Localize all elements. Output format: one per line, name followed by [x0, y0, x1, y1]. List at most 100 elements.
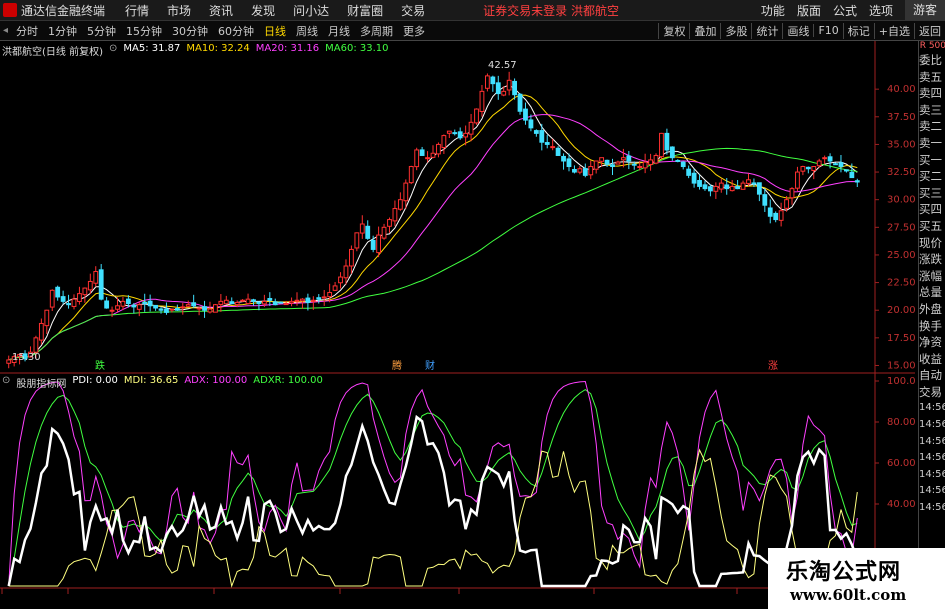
candle-body — [376, 234, 382, 254]
menu-item-wenxiaoda[interactable]: 问小达 — [293, 2, 329, 19]
candle-body — [805, 166, 811, 170]
side-item[interactable]: 卖二 — [919, 118, 945, 135]
side-time: 14:56 — [919, 402, 945, 414]
candle-body — [115, 305, 120, 310]
candle-body — [484, 75, 490, 89]
ma10-label: MA10: 32.24 — [186, 43, 250, 54]
event-tag-cai[interactable]: 财 — [425, 359, 435, 372]
menu-bar: 通达信金融终端 行情 市场 资讯 发现 问小达 财富圈 交易 证券交易未登录 洪… — [0, 0, 945, 21]
low-price-label: 15.30 — [12, 352, 41, 363]
side-item[interactable]: 卖五 — [919, 69, 945, 86]
side-item[interactable]: 收益 — [919, 351, 945, 368]
menu-item-shichang[interactable]: 市场 — [167, 2, 191, 19]
side-item[interactable]: 涨幅 — [919, 268, 945, 285]
side-item[interactable]: 买四 — [919, 201, 945, 218]
side-item[interactable]: 总量 — [919, 284, 945, 301]
side-item[interactable]: 交易 — [919, 384, 945, 401]
overlay-button[interactable]: 叠加 — [689, 22, 720, 39]
side-time: 14:56 — [919, 468, 945, 480]
draw-line-button[interactable]: 画线 — [782, 22, 813, 39]
settings-icon[interactable]: ⊙ — [109, 43, 117, 58]
menu-item-jiaoyi[interactable]: 交易 — [401, 2, 425, 19]
menu-item-hangqing[interactable]: 行情 — [125, 2, 149, 19]
settings-icon[interactable]: ⊙ — [2, 375, 10, 390]
candle-body — [816, 160, 822, 167]
watermark-url: www.60lt.com — [790, 586, 907, 604]
period-multi[interactable]: 多周期 — [358, 23, 395, 39]
event-tag-zhang[interactable]: 涨 — [768, 360, 778, 372]
candle-body — [289, 300, 294, 304]
y-tick-label: 40.00 — [887, 84, 915, 95]
side-item[interactable]: 买一 — [919, 152, 945, 169]
side-item[interactable]: 委比 — [919, 52, 945, 69]
event-tag-die[interactable]: 跌 — [95, 359, 105, 372]
side-item[interactable]: 卖三 — [919, 102, 945, 119]
period-daily[interactable]: 日线 — [262, 23, 288, 39]
candle-body — [180, 306, 186, 309]
side-item[interactable]: 买五 — [919, 218, 945, 235]
side-item[interactable]: 净资 — [919, 334, 945, 351]
candle-body — [740, 182, 746, 190]
candlesticks — [6, 71, 860, 369]
period-5min[interactable]: 5分钟 — [85, 23, 118, 39]
back-button[interactable]: 返回 — [914, 22, 945, 39]
stock-title[interactable]: 洪都航空(日线 前复权) — [2, 43, 103, 58]
candle-body — [615, 161, 621, 165]
indicator-title[interactable]: 股朋指标网 — [16, 375, 66, 390]
side-item[interactable]: 买二 — [919, 168, 945, 185]
menu-item-faxian[interactable]: 发现 — [251, 2, 275, 19]
chart-canvas[interactable]: 40.00 37.50 35.00 32.50 30.00 27.50 25.00 22.50… — [0, 41, 915, 596]
candle-body — [620, 157, 626, 161]
y-tick-label: 17.50 — [887, 333, 915, 344]
side-item[interactable]: 现价 — [919, 235, 945, 252]
candle-body — [577, 168, 583, 173]
mark-button[interactable]: 标记 — [842, 22, 874, 39]
side-item[interactable]: 外盘 — [919, 301, 945, 318]
period-1min[interactable]: 1分钟 — [46, 23, 79, 39]
candle-body — [506, 79, 512, 91]
period-fenshi[interactable]: 分时 — [14, 23, 40, 39]
period-weekly[interactable]: 周线 — [294, 23, 320, 39]
candle-body — [697, 180, 702, 187]
candle-body — [44, 309, 50, 327]
period-15min[interactable]: 15分钟 — [124, 23, 164, 39]
candle-body — [272, 301, 278, 306]
menu-item-zixun[interactable]: 资讯 — [209, 2, 233, 19]
side-item[interactable]: 涨跌 — [919, 251, 945, 268]
side-item[interactable]: 自动 — [919, 367, 945, 384]
multi-stock-button[interactable]: 多股 — [720, 22, 751, 39]
candle-body — [82, 287, 88, 296]
candle-body — [354, 232, 360, 249]
candle-body — [767, 207, 773, 217]
guest-button[interactable]: 游客 — [904, 0, 945, 20]
candle-body — [604, 159, 610, 165]
f10-button[interactable]: F10 — [813, 24, 842, 37]
candle-body — [691, 172, 697, 184]
menu-item-banmian[interactable]: 版面 — [797, 2, 821, 19]
event-tag-teng[interactable]: 腾 — [392, 359, 402, 372]
candle-body — [468, 121, 474, 135]
candle-body — [490, 76, 496, 85]
menu-right-group: 功能 版面 公式 选项 游客 — [761, 0, 945, 20]
menu-item-xuanxiang[interactable]: 选项 — [869, 2, 893, 19]
candle-body — [60, 296, 66, 302]
ma60-label: MA60: 33.10 — [325, 43, 389, 54]
chevron-left-icon[interactable]: ◂ — [3, 25, 11, 36]
menu-item-gongneng[interactable]: 功能 — [761, 2, 785, 19]
add-watchlist-button[interactable]: +自选 — [873, 22, 914, 39]
period-monthly[interactable]: 月线 — [326, 23, 352, 39]
period-30min[interactable]: 30分钟 — [170, 23, 210, 39]
side-item[interactable]: 卖四 — [919, 85, 945, 102]
menu-item-gongshi[interactable]: 公式 — [833, 2, 857, 19]
side-item[interactable]: 换手 — [919, 318, 945, 335]
side-item[interactable]: 买三 — [919, 185, 945, 202]
period-more[interactable]: 更多 — [401, 23, 427, 39]
candle-body — [321, 296, 327, 299]
menu-item-caifuquan[interactable]: 财富圈 — [347, 2, 383, 19]
side-item[interactable]: 卖一 — [919, 135, 945, 152]
candle-body — [822, 157, 828, 160]
fuquan-button[interactable]: 复权 — [658, 22, 689, 39]
sub-chart-legend: ⊙ 股朋指标网 PDI: 0.00 MDI: 36.65 ADX: 100.00… — [2, 375, 323, 390]
period-60min[interactable]: 60分钟 — [216, 23, 256, 39]
stats-button[interactable]: 统计 — [751, 22, 782, 39]
